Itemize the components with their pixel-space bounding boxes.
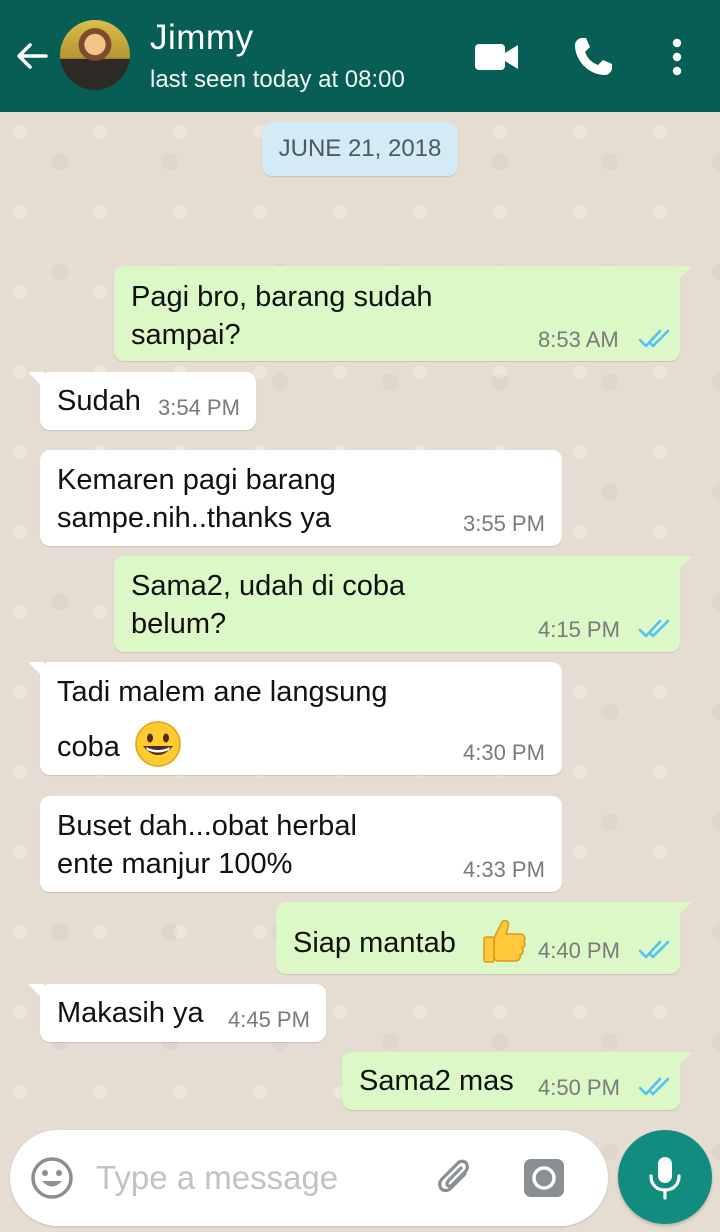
message-text: ente manjur 100%: [57, 848, 293, 880]
message-outgoing[interactable]: Sama2, udah di coba belum? 4:15 PM: [114, 556, 692, 652]
back-arrow-icon[interactable]: [12, 36, 52, 76]
emoji-icon[interactable]: [30, 1156, 74, 1200]
read-receipt-icon: [638, 619, 670, 638]
message-composer: Type a message: [10, 1130, 608, 1226]
camera-icon[interactable]: [522, 1156, 566, 1200]
message-text: Sama2, udah di coba: [131, 570, 406, 602]
message-text: belum?: [131, 608, 227, 640]
message-text: sampe.nih..thanks ya: [57, 502, 332, 534]
message-outgoing[interactable]: Siap mantab 4:40 PM: [276, 902, 692, 974]
message-time: 4:15 PM: [538, 617, 620, 642]
message-text: sampai?: [131, 319, 241, 351]
more-options-icon[interactable]: [654, 34, 700, 80]
message-outgoing[interactable]: Pagi bro, barang sudah sampai? 8:53 AM: [114, 266, 692, 361]
video-call-icon[interactable]: [474, 34, 520, 80]
message-text: Kemaren pagi barang: [57, 464, 336, 496]
message-text: Makasih ya: [57, 997, 204, 1029]
phone-call-icon[interactable]: [570, 34, 616, 80]
message-incoming[interactable]: Sudah 3:54 PM: [28, 372, 256, 430]
message-time: 3:54 PM: [158, 395, 240, 420]
message-incoming[interactable]: Makasih ya 4:45 PM: [28, 984, 326, 1042]
thumbs-up-emoji: [483, 919, 526, 963]
message-time: 4:40 PM: [538, 938, 620, 963]
message-incoming[interactable]: Tadi malem ane langsung coba 4:30 PM: [28, 662, 562, 775]
voice-message-button[interactable]: [618, 1130, 712, 1224]
message-incoming[interactable]: Buset dah...obat herbal ente manjur 100%…: [40, 796, 562, 892]
message-text: Sama2 mas: [359, 1065, 514, 1097]
message-input[interactable]: Type a message: [96, 1159, 338, 1197]
message-text: Siap mantab: [293, 927, 456, 959]
message-time: 4:45 PM: [228, 1007, 310, 1032]
message-time: 4:50 PM: [538, 1075, 620, 1100]
message-text: Buset dah...obat herbal: [57, 810, 357, 842]
chat-header: Jimmy last seen today at 08:00: [0, 0, 720, 112]
grinning-face-emoji: [135, 721, 181, 767]
avatar[interactable]: [60, 20, 130, 90]
date-divider: JUNE 21, 2018: [262, 122, 458, 176]
message-time: 3:55 PM: [463, 511, 545, 536]
message-time: 4:33 PM: [463, 857, 545, 882]
last-seen-status: last seen today at 08:00: [150, 66, 405, 93]
message-time: 4:30 PM: [463, 740, 545, 765]
read-receipt-icon: [638, 940, 670, 959]
read-receipt-icon: [638, 329, 670, 348]
message-outgoing[interactable]: Sama2 mas 4:50 PM: [342, 1052, 692, 1110]
attach-icon[interactable]: [434, 1156, 478, 1200]
message-text: Sudah: [57, 385, 141, 417]
contact-name[interactable]: Jimmy: [150, 18, 254, 58]
message-time: 8:53 AM: [538, 327, 619, 352]
message-incoming[interactable]: Kemaren pagi barang sampe.nih..thanks ya…: [40, 450, 562, 546]
message-text: Tadi malem ane langsung: [57, 676, 388, 708]
message-text: coba: [57, 731, 120, 763]
mic-icon: [649, 1157, 681, 1200]
message-text: Pagi bro, barang sudah: [131, 281, 433, 313]
read-receipt-icon: [638, 1077, 670, 1096]
